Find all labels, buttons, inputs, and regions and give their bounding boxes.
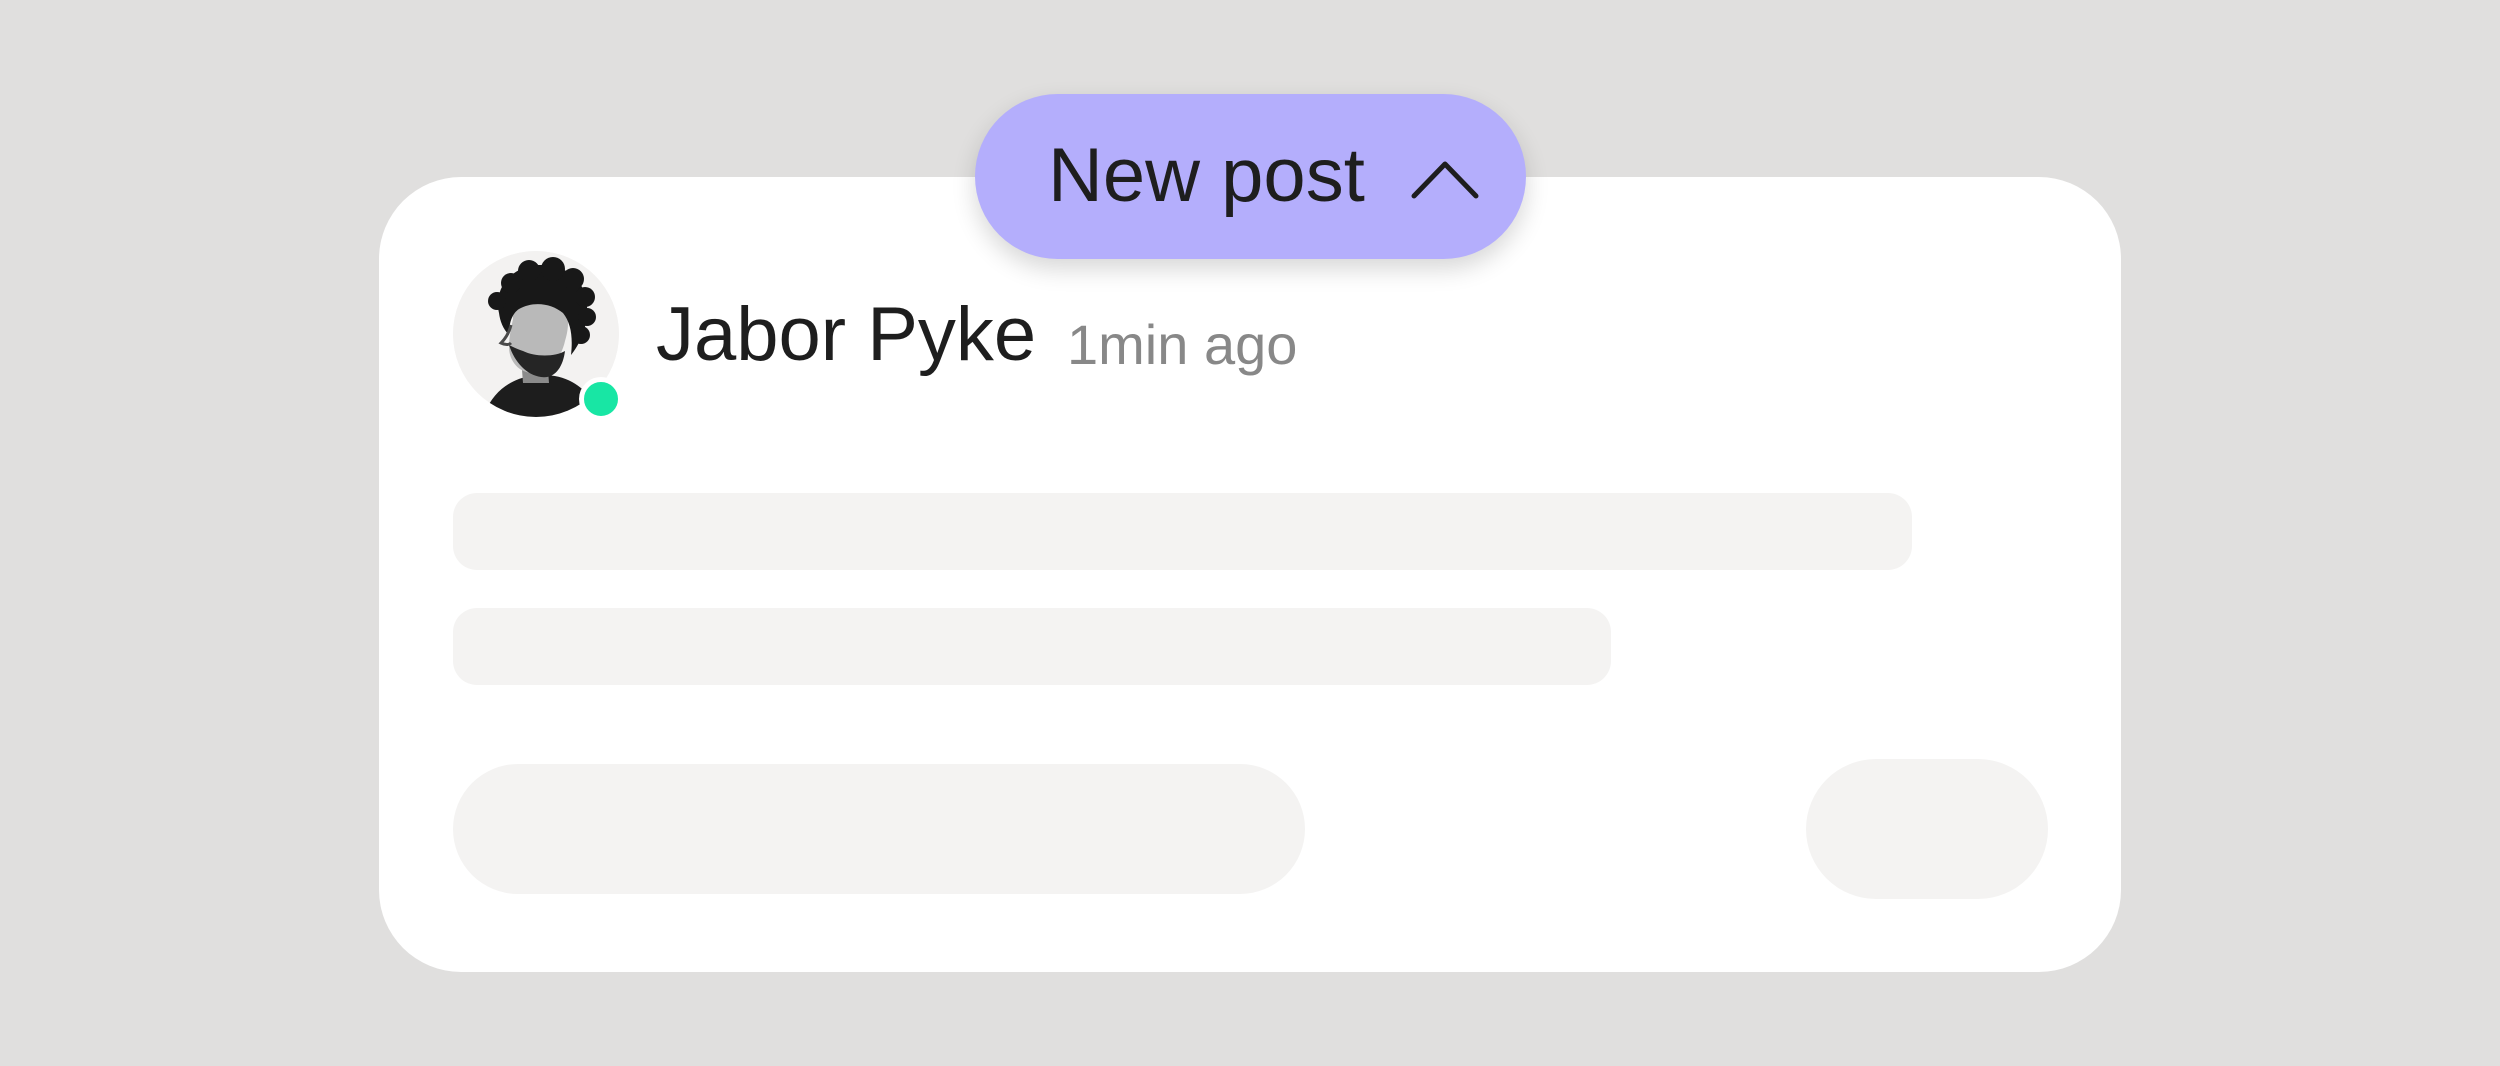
- new-post-label: New post: [1048, 133, 1365, 218]
- author-avatar-wrapper[interactable]: [453, 251, 623, 421]
- author-name[interactable]: Jabor Pyke: [656, 290, 1036, 380]
- post-timestamp: 1min ago: [1067, 313, 1298, 376]
- content-placeholder-line-1: [453, 493, 1912, 570]
- content-placeholder-line-2: [453, 608, 1611, 685]
- action-placeholder-right: [1806, 759, 2048, 899]
- new-post-button[interactable]: New post: [975, 94, 1526, 259]
- action-placeholder-left: [453, 764, 1305, 894]
- online-status-indicator: [579, 377, 623, 421]
- chevron-up-icon: [1411, 161, 1479, 199]
